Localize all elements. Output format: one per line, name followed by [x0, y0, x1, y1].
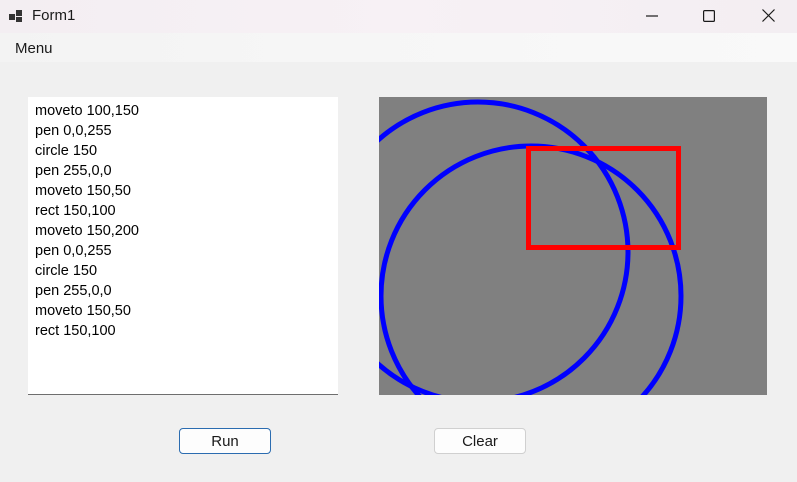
drawing-canvas [379, 97, 767, 395]
code-line: pen 0,0,255 [35, 243, 112, 259]
title-bar[interactable]: Form1 [0, 0, 797, 33]
code-line: pen 255,0,0 [35, 163, 112, 179]
close-icon [761, 9, 775, 22]
code-line: circle 150 [35, 263, 98, 279]
menu-item-menu[interactable]: Menu [15, 40, 53, 57]
code-line: pen 255,0,0 [35, 283, 112, 299]
maximize-button[interactable] [681, 0, 737, 31]
maximize-icon [703, 9, 715, 22]
clear-button[interactable]: Clear [434, 428, 526, 454]
run-button[interactable]: Run [179, 428, 271, 454]
close-button[interactable] [740, 0, 796, 31]
code-line: rect 150,100 [35, 203, 116, 219]
command-textbox[interactable]: moveto 100,150 pen 0,0,255 circle 150 pe… [28, 97, 338, 395]
code-line: moveto 150,50 [35, 183, 131, 199]
code-line: rect 150,100 [35, 323, 116, 339]
code-line: pen 0,0,255 [35, 123, 112, 139]
code-line: moveto 100,150 [35, 103, 139, 119]
window-title: Form1 [32, 7, 76, 24]
minimize-button[interactable] [624, 0, 680, 31]
code-line: moveto 150,50 [35, 303, 131, 319]
canvas-drawing [379, 97, 767, 395]
minimize-icon [646, 14, 658, 17]
menu-bar: Menu [0, 33, 797, 62]
code-line: moveto 150,200 [35, 223, 139, 239]
code-line: circle 150 [35, 143, 98, 159]
app-icon [9, 10, 22, 22]
